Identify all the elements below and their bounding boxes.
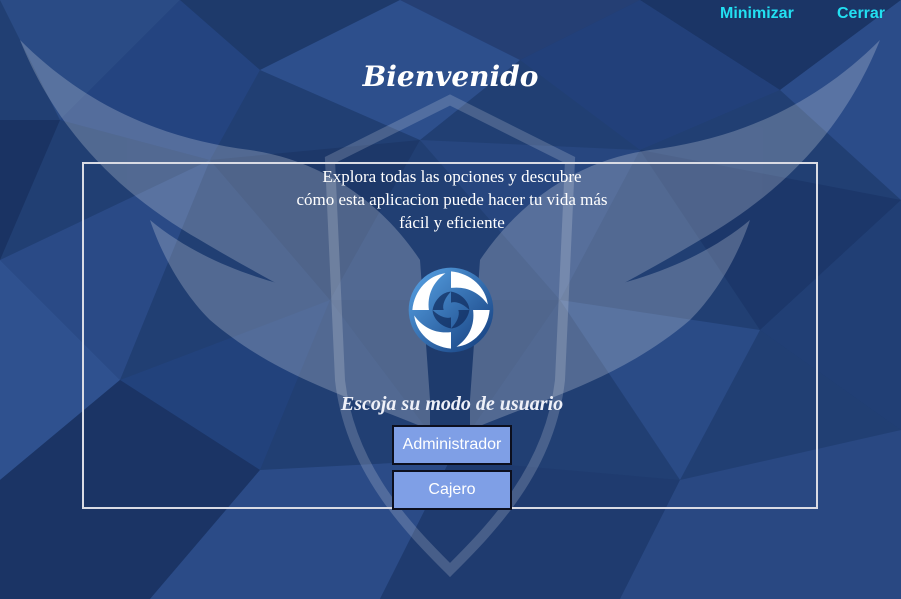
- welcome-description: Explora todas las opciones y descubre có…: [82, 165, 822, 234]
- description-line: Explora todas las opciones y descubre: [322, 167, 582, 186]
- welcome-title: Bienvenido: [362, 60, 539, 93]
- description-line: fácil y eficiente: [399, 213, 505, 232]
- cashier-button[interactable]: Cajero: [392, 470, 512, 510]
- administrator-button[interactable]: Administrador: [392, 425, 512, 465]
- close-button[interactable]: Cerrar: [837, 5, 885, 23]
- description-line: cómo esta aplicacion puede hacer tu vida…: [296, 190, 608, 209]
- swirl-logo-icon: [408, 267, 494, 353]
- minimize-button[interactable]: Minimizar: [720, 5, 794, 23]
- user-mode-label: Escoja su modo de usuario: [340, 393, 564, 415]
